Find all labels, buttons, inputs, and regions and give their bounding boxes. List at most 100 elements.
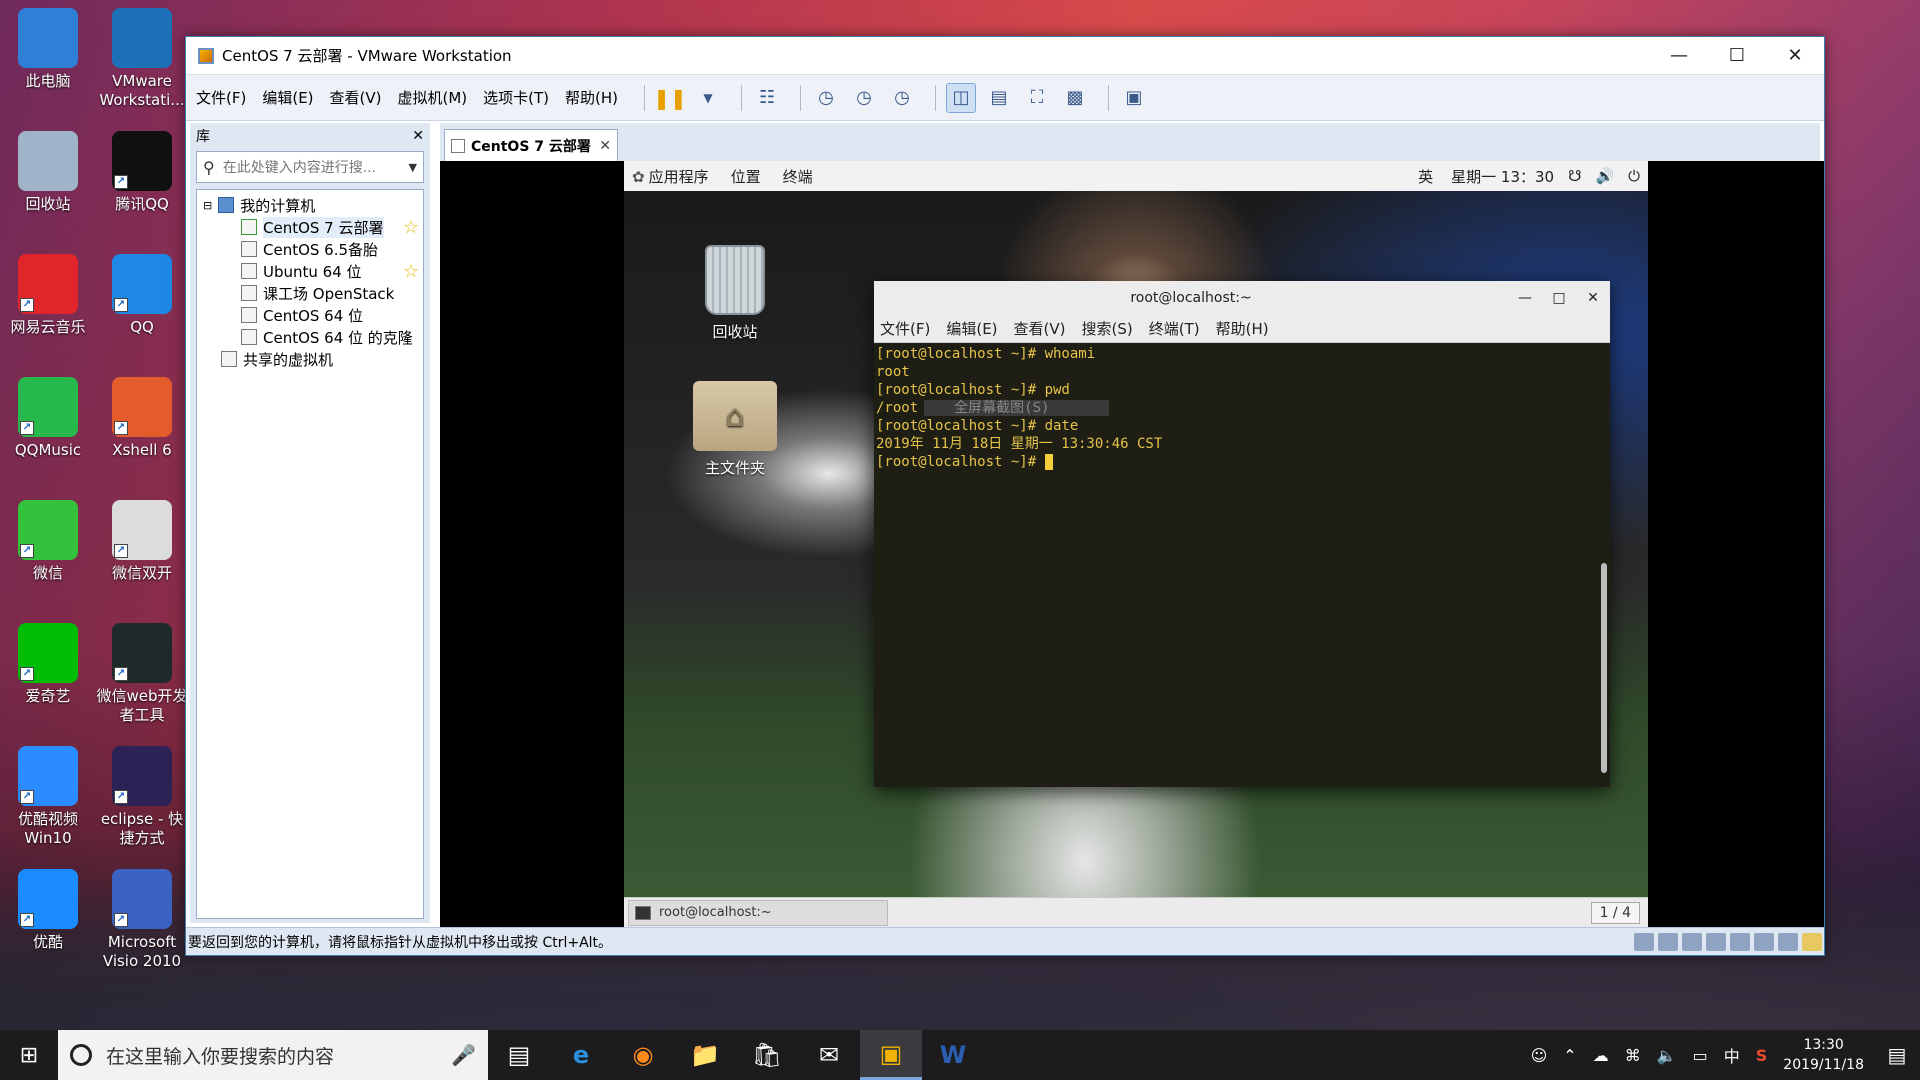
minimize-button[interactable]: — [1508, 290, 1542, 306]
tab-centos7[interactable]: CentOS 7 云部署 ✕ [444, 129, 618, 161]
close-button[interactable]: ✕ [1766, 37, 1824, 75]
terminal-scrollbar[interactable] [1600, 343, 1608, 787]
volume-icon[interactable]: 🔈 [1657, 1046, 1677, 1065]
gnome-clock[interactable]: 星期一 13：30 [1451, 166, 1554, 187]
vm-tree-item[interactable]: CentOS 6.5备胎 [197, 238, 423, 260]
favorite-star-icon[interactable]: ☆ [403, 217, 419, 238]
menu-vm[interactable]: 虚拟机(M) [398, 87, 468, 108]
vmware-taskbar-icon[interactable]: ▣ [860, 1030, 922, 1080]
desktop-icon[interactable]: ↗ 优酷视频 Win10 [0, 746, 96, 848]
sogou-icon[interactable]: S [1756, 1046, 1768, 1065]
menu-file[interactable]: 文件(F) [196, 87, 246, 108]
firefox-icon[interactable]: ◉ [612, 1030, 674, 1080]
vm-tree-item[interactable]: Ubuntu 64 位 ☆ [197, 260, 423, 282]
snapshot-revert-icon[interactable]: ◷ [849, 83, 879, 113]
library-search-input[interactable]: 在此处键入内容进行搜... [223, 157, 409, 177]
desktop-icon[interactable]: ↗ 优酷 [0, 869, 96, 952]
desktop-icon[interactable]: ↗ 微信 [0, 500, 96, 583]
maximize-button[interactable]: □ [1542, 290, 1576, 306]
usb-icon[interactable] [1754, 932, 1774, 951]
scrollbar-thumb[interactable] [1601, 563, 1607, 773]
guest-taskbar-terminal[interactable]: root@localhost:~ [628, 899, 888, 926]
power-icon[interactable]: ⏻ [1628, 167, 1640, 185]
mail-icon[interactable]: ✉ [798, 1030, 860, 1080]
menu-edit[interactable]: 编辑(E) [262, 87, 313, 108]
desktop-icon[interactable]: ↗ Microsoft Visio 2010 [94, 869, 190, 971]
desktop-icon[interactable]: ↗ 微信web开发者工具 [94, 623, 190, 725]
chevron-up-icon[interactable]: ⌃ [1563, 1046, 1576, 1065]
desktop-icon[interactable]: 此电脑 [0, 8, 96, 91]
menu-tabs[interactable]: 选项卡(T) [483, 87, 549, 108]
snapshot-manager-icon[interactable]: ◷ [887, 83, 917, 113]
sound-card-icon[interactable] [1730, 932, 1750, 951]
terminal-output[interactable]: [root@localhost ~]# whoami root [root@loca… [874, 343, 1598, 787]
guest-trash[interactable]: 回收站 [680, 245, 790, 342]
desktop-icon[interactable]: ↗ 微信双开 [94, 500, 190, 583]
vm-tree-item[interactable]: CentOS 64 位 [197, 304, 423, 326]
close-icon[interactable]: ✕ [412, 128, 424, 144]
favorite-star-icon[interactable]: ☆ [403, 261, 419, 282]
taskbar-search[interactable]: 在这里输入你要搜索的内容 🎤 [58, 1030, 488, 1080]
desktop-icon[interactable]: VMware Workstati... [94, 8, 190, 110]
thumbnail-bar-icon[interactable]: ▤ [984, 83, 1014, 113]
term-menu-terminal[interactable]: 终端(T) [1149, 318, 1200, 339]
volume-icon[interactable]: 🔊 [1595, 167, 1614, 185]
message-log-icon[interactable] [1802, 932, 1822, 951]
vm-tree-item[interactable]: 课工场 OpenStack [197, 282, 423, 304]
guest-desktop[interactable]: ✿ 应用程序 位置 终端 英 星期一 13：30 ☋ 🔊 ⏻ 回收站 ⌂ 主文件… [624, 161, 1648, 927]
desktop-icon[interactable]: ↗ QQMusic [0, 377, 96, 460]
menu-help[interactable]: 帮助(H) [565, 87, 618, 108]
show-library-icon[interactable]: ◫ [946, 82, 977, 113]
tree-shared[interactable]: 共享的虚拟机 [197, 348, 423, 370]
maximize-button[interactable]: ☐ [1708, 37, 1766, 75]
cd-dvd-icon[interactable] [1658, 932, 1678, 951]
chevron-down-icon[interactable]: ▼ [693, 83, 723, 113]
task-view-icon[interactable]: ▤ [488, 1030, 550, 1080]
unity-icon[interactable]: ▩ [1060, 83, 1090, 113]
input-method-indicator[interactable]: 英 [1418, 166, 1433, 187]
term-menu-view[interactable]: 查看(V) [1014, 318, 1066, 339]
wifi-icon[interactable]: ⌘ [1625, 1046, 1641, 1065]
tree-root[interactable]: ⊟ 我的计算机 [197, 194, 423, 216]
store-icon[interactable]: 🛍 [736, 1030, 798, 1080]
onedrive-icon[interactable]: ☁ [1593, 1046, 1609, 1065]
network-adapter-icon[interactable] [1682, 932, 1702, 951]
taskbar-clock[interactable]: 13:30 2019/11/18 [1783, 1035, 1864, 1075]
send-ctrl-alt-del-icon[interactable]: ☷ [752, 83, 782, 113]
desktop-icon[interactable]: ↗ QQ [94, 254, 190, 337]
close-icon[interactable]: ✕ [599, 138, 611, 154]
apps-menu[interactable]: ✿ 应用程序 [632, 166, 709, 187]
desktop-icon[interactable]: 回收站 [0, 131, 96, 214]
printer-icon[interactable] [1706, 932, 1726, 951]
library-search[interactable]: ⚲ 在此处键入内容进行搜... ▼ [196, 151, 424, 183]
terminal-menu[interactable]: 终端 [783, 166, 813, 187]
term-menu-edit[interactable]: 编辑(E) [946, 318, 997, 339]
places-menu[interactable]: 位置 [731, 166, 761, 187]
term-menu-search[interactable]: 搜索(S) [1082, 318, 1133, 339]
hard-disk-icon[interactable] [1634, 932, 1654, 951]
menu-view[interactable]: 查看(V) [330, 87, 382, 108]
file-explorer-icon[interactable]: 📁 [674, 1030, 736, 1080]
term-menu-help[interactable]: 帮助(H) [1216, 318, 1269, 339]
vm-tree-item[interactable]: CentOS 64 位 的克隆 [197, 326, 423, 348]
desktop-icon[interactable]: ↗ eclipse - 快捷方式 [94, 746, 190, 848]
desktop-icon[interactable]: ↗ Xshell 6 [94, 377, 190, 460]
display-icon[interactable] [1778, 932, 1798, 951]
chevron-down-icon[interactable]: ▼ [409, 161, 417, 174]
desktop-icon[interactable]: ↗ 爱奇艺 [0, 623, 96, 706]
term-menu-file[interactable]: 文件(F) [880, 318, 930, 339]
vm-tree-item[interactable]: CentOS 7 云部署 ☆ [197, 216, 423, 238]
terminal-window[interactable]: root@localhost:~ — □ ✕ 文件(F) 编辑(E) 查看(V)… [874, 281, 1610, 787]
desktop-icon[interactable]: ↗ 腾讯QQ [94, 131, 190, 214]
close-button[interactable]: ✕ [1576, 290, 1610, 306]
edge-icon[interactable]: e [550, 1030, 612, 1080]
desktop-icon[interactable]: ↗ 网易云音乐 [0, 254, 96, 337]
pause-icon[interactable]: ❚❚ [653, 83, 687, 113]
fullscreen-icon[interactable]: ⛶ [1022, 83, 1052, 113]
minimize-button[interactable]: — [1650, 37, 1708, 75]
workspace-switcher[interactable]: 1 / 4 [1590, 901, 1640, 924]
network-icon[interactable]: ☋ [1568, 167, 1581, 185]
people-icon[interactable]: ☺ [1531, 1046, 1548, 1065]
taskbar-search-input[interactable]: 在这里输入你要搜索的内容 [106, 1042, 451, 1069]
guest-home-folder[interactable]: ⌂ 主文件夹 [680, 381, 790, 478]
